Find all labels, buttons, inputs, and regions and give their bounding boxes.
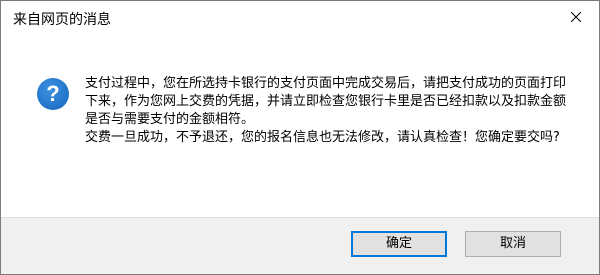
cancel-button[interactable]: 取消 (465, 231, 561, 257)
title-bar: 来自网页的消息 (1, 1, 599, 34)
question-icon: ? (37, 78, 69, 110)
svg-text:?: ? (46, 81, 59, 106)
message-text: 支付过程中，您在所选持卡银行的支付页面中完成交易后，请把支付成功的页面打印下来，… (85, 75, 577, 147)
close-icon (571, 12, 581, 22)
close-button[interactable] (553, 1, 599, 33)
message-dialog: 来自网页的消息 ? 支付过程中，您在所选持卡银行的支付页面中完成交易后，请把支付… (0, 0, 600, 275)
dialog-content: ? 支付过程中，您在所选持卡银行的支付页面中完成交易后，请把支付成功的页面打印下… (1, 34, 599, 217)
message-paragraph: 支付过程中，您在所选持卡银行的支付页面中完成交易后，请把支付成功的页面打印下来，… (85, 76, 567, 127)
dialog-title: 来自网页的消息 (13, 12, 111, 28)
message-paragraph: 交费一旦成功，不予退还，您的报名信息也无法修改，请认真检查！您确定要交吗? (85, 130, 560, 145)
ok-button[interactable]: 确定 (351, 231, 447, 257)
button-bar: 确定 取消 (1, 217, 599, 274)
